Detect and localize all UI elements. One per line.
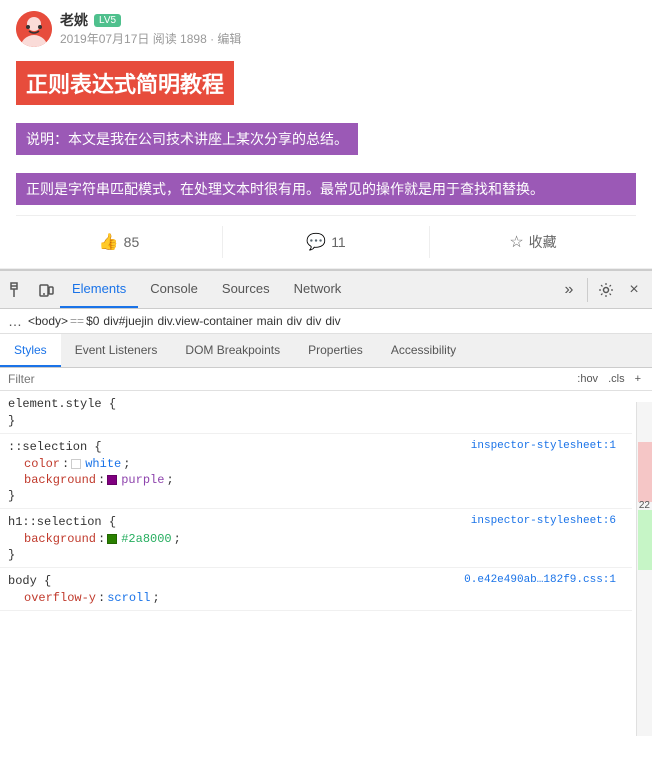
- level-badge: LV5: [94, 14, 121, 27]
- like-count: 85: [124, 234, 140, 250]
- css-prop-line-background-purple: background : purple ;: [0, 472, 624, 488]
- css-selector-element-style: element.style {: [8, 397, 116, 411]
- subtab-properties[interactable]: Properties: [294, 334, 377, 367]
- comment-action[interactable]: 💬 11: [223, 226, 430, 258]
- device-toolbar-button[interactable]: [32, 276, 60, 304]
- filter-bar: :hov .cls +: [0, 368, 652, 391]
- article-actions: 👍 85 💬 11 ☆ 收藏: [16, 215, 636, 258]
- css-block-body: body { 0.e42e490ab…182f9.css:1 overflow-…: [0, 568, 632, 611]
- sub-tabs: Styles Event Listeners DOM Breakpoints P…: [0, 334, 652, 368]
- author-meta: 2019年07月17日 阅读 1898 · 编辑: [60, 30, 241, 47]
- article-title: 正则表达式简明教程: [16, 61, 234, 105]
- breadcrumb-div-juejin[interactable]: div#juejin: [103, 314, 153, 328]
- css-value-white: white: [85, 457, 121, 471]
- css-selector-body: body {: [8, 574, 51, 588]
- css-prop-line-color: color : white ;: [0, 456, 624, 472]
- collect-action[interactable]: ☆ 收藏: [430, 226, 636, 258]
- css-prop-overflow-y: overflow-y: [24, 591, 96, 605]
- css-source-body[interactable]: 0.e42e490ab…182f9.css:1: [464, 574, 616, 586]
- devtools-tabs: Elements Console Sources Network: [60, 271, 555, 308]
- styles-panel-wrapper: :hov .cls + 22 element.style { } ::sel: [0, 368, 652, 736]
- devtools-toolbar: Elements Console Sources Network » ×: [0, 271, 652, 309]
- gutter-mark-red: [638, 442, 652, 502]
- breadcrumb-dollar0[interactable]: $0: [86, 314, 99, 328]
- author-row: 老姚 LV5 2019年07月17日 阅读 1898 · 编辑: [16, 10, 636, 47]
- css-prop-background: background: [24, 473, 96, 487]
- css-rule-header-selection: ::selection { inspector-stylesheet:1: [0, 438, 624, 456]
- tab-sources[interactable]: Sources: [210, 271, 282, 308]
- color-swatch-green[interactable]: [107, 534, 117, 544]
- css-source-inspector-1[interactable]: inspector-stylesheet:1: [471, 440, 616, 452]
- breadcrumb-main[interactable]: main: [257, 314, 283, 328]
- comment-count: 11: [331, 234, 346, 250]
- css-selector-selection: ::selection {: [8, 440, 102, 454]
- article-area: 老姚 LV5 2019年07月17日 阅读 1898 · 编辑 正则表达式简明教…: [0, 0, 652, 269]
- css-value-purple: purple: [121, 473, 164, 487]
- subtab-event-listeners[interactable]: Event Listeners: [61, 334, 172, 367]
- css-prop-line-background-green: background : #2a8000 ;: [0, 531, 624, 547]
- breadcrumb-more[interactable]: …: [8, 313, 22, 329]
- comment-icon: 💬: [306, 232, 326, 252]
- like-action[interactable]: 👍 85: [16, 226, 223, 258]
- breadcrumb-bar: … <body> == $0 div#juejin div.view-conta…: [0, 309, 652, 334]
- css-close-brace-element-style: }: [0, 413, 624, 429]
- css-close-brace-selection: }: [0, 488, 624, 504]
- star-icon: ☆: [509, 232, 523, 252]
- css-prop-background-h1: background: [24, 532, 96, 546]
- css-close-brace-h1-selection: }: [0, 547, 624, 563]
- tab-console[interactable]: Console: [138, 271, 210, 308]
- css-selector-h1-selection: h1::selection {: [8, 515, 116, 529]
- article-note: 说明：本文是我在公司技术讲座上某次分享的总结。: [16, 123, 358, 155]
- css-block-element-style: element.style { }: [0, 391, 632, 434]
- css-block-h1-selection: h1::selection { inspector-stylesheet:6 b…: [0, 509, 632, 568]
- author-info: 老姚 LV5 2019年07月17日 阅读 1898 · 编辑: [60, 10, 241, 47]
- article-desc: 正则是字符串匹配模式，在处理文本时很有用。最常见的操作就是用于查找和替换。: [16, 173, 636, 205]
- author-name: 老姚: [60, 10, 88, 30]
- avatar: [16, 11, 52, 47]
- subtab-styles[interactable]: Styles: [0, 334, 61, 367]
- css-rule-header-body: body { 0.e42e490ab…182f9.css:1: [0, 572, 624, 590]
- tab-elements[interactable]: Elements: [60, 271, 138, 308]
- line-number-22: 22: [638, 502, 652, 510]
- author-name-row: 老姚 LV5: [60, 10, 241, 30]
- breadcrumb-div1[interactable]: div: [287, 314, 302, 328]
- subtab-accessibility[interactable]: Accessibility: [377, 334, 470, 367]
- subtab-dom-breakpoints[interactable]: DOM Breakpoints: [171, 334, 294, 367]
- css-rule-header-element-style: element.style {: [0, 395, 624, 413]
- css-rule-header-h1-selection: h1::selection { inspector-stylesheet:6: [0, 513, 624, 531]
- more-tabs-button[interactable]: »: [555, 276, 583, 304]
- like-icon: 👍: [99, 232, 119, 252]
- filter-buttons: :hov .cls +: [574, 372, 644, 386]
- devtools-settings-button[interactable]: [592, 276, 620, 304]
- devtools-close-button[interactable]: ×: [620, 276, 648, 304]
- css-block-selection: ::selection { inspector-stylesheet:1 col…: [0, 434, 632, 509]
- tab-network[interactable]: Network: [282, 271, 354, 308]
- gutter-mark-green: [638, 510, 652, 570]
- add-rule-button[interactable]: +: [632, 372, 644, 386]
- cls-button[interactable]: .cls: [605, 372, 628, 386]
- right-gutter: 22: [636, 402, 652, 736]
- filter-input[interactable]: [8, 372, 566, 386]
- breadcrumb-div2[interactable]: div: [306, 314, 321, 328]
- css-prop-color: color: [24, 457, 60, 471]
- css-prop-line-overflow-y: overflow-y : scroll ;: [0, 590, 624, 606]
- css-value-2a8000: #2a8000: [121, 532, 171, 546]
- breadcrumb-div3[interactable]: div: [325, 314, 340, 328]
- css-value-scroll: scroll: [107, 591, 150, 605]
- breadcrumb-body[interactable]: <body>: [28, 314, 68, 328]
- color-swatch-white[interactable]: [71, 459, 81, 469]
- collect-label: 收藏: [529, 232, 557, 252]
- inspect-element-button[interactable]: [4, 276, 32, 304]
- breadcrumb-div-view-container[interactable]: div.view-container: [157, 314, 252, 328]
- devtools-panel: Elements Console Sources Network » × … <…: [0, 269, 652, 714]
- hov-button[interactable]: :hov: [574, 372, 601, 386]
- color-swatch-purple[interactable]: [107, 475, 117, 485]
- css-source-inspector-6[interactable]: inspector-stylesheet:6: [471, 515, 616, 527]
- styles-panel[interactable]: element.style { } ::selection { inspecto…: [0, 391, 652, 736]
